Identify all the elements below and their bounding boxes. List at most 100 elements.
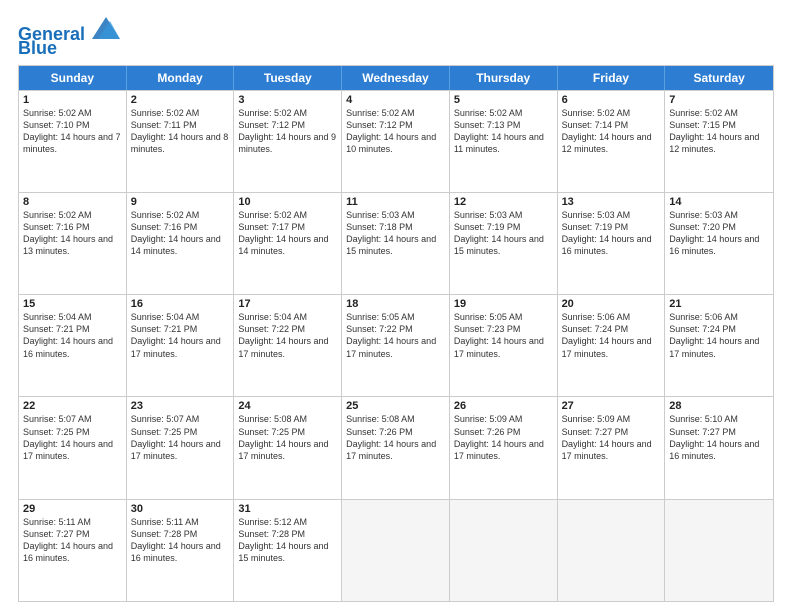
cell-sunrise: Sunrise: 5:02 AM [131, 209, 230, 221]
day-number: 6 [562, 94, 661, 106]
cell-sunrise: Sunrise: 5:03 AM [346, 209, 445, 221]
day-cell-12: 12 Sunrise: 5:03 AM Sunset: 7:19 PM Dayl… [450, 193, 558, 294]
cell-daylight: Daylight: 14 hours and 12 minutes. [669, 131, 769, 155]
cell-sunset: Sunset: 7:19 PM [454, 221, 553, 233]
day-cell-28: 28 Sunrise: 5:10 AM Sunset: 7:27 PM Dayl… [665, 397, 773, 498]
calendar-header: SundayMondayTuesdayWednesdayThursdayFrid… [19, 66, 773, 90]
cell-sunset: Sunset: 7:24 PM [669, 323, 769, 335]
cell-daylight: Daylight: 14 hours and 11 minutes. [454, 131, 553, 155]
cell-daylight: Daylight: 14 hours and 16 minutes. [669, 438, 769, 462]
day-number: 23 [131, 400, 230, 412]
cell-daylight: Daylight: 14 hours and 8 minutes. [131, 131, 230, 155]
day-cell-9: 9 Sunrise: 5:02 AM Sunset: 7:16 PM Dayli… [127, 193, 235, 294]
cell-daylight: Daylight: 14 hours and 17 minutes. [562, 438, 661, 462]
empty-cell [450, 500, 558, 601]
cell-daylight: Daylight: 14 hours and 7 minutes. [23, 131, 122, 155]
calendar-week-1: 1 Sunrise: 5:02 AM Sunset: 7:10 PM Dayli… [19, 90, 773, 192]
cell-sunrise: Sunrise: 5:07 AM [23, 413, 122, 425]
cell-daylight: Daylight: 14 hours and 17 minutes. [131, 335, 230, 359]
cell-daylight: Daylight: 14 hours and 17 minutes. [454, 335, 553, 359]
day-number: 20 [562, 298, 661, 310]
cell-sunset: Sunset: 7:10 PM [23, 119, 122, 131]
cell-daylight: Daylight: 14 hours and 17 minutes. [562, 335, 661, 359]
cell-sunset: Sunset: 7:16 PM [131, 221, 230, 233]
calendar-week-3: 15 Sunrise: 5:04 AM Sunset: 7:21 PM Dayl… [19, 294, 773, 396]
day-number: 27 [562, 400, 661, 412]
day-cell-24: 24 Sunrise: 5:08 AM Sunset: 7:25 PM Dayl… [234, 397, 342, 498]
cell-sunrise: Sunrise: 5:04 AM [23, 311, 122, 323]
cell-daylight: Daylight: 14 hours and 17 minutes. [238, 438, 337, 462]
header-day-wednesday: Wednesday [342, 66, 450, 90]
day-cell-15: 15 Sunrise: 5:04 AM Sunset: 7:21 PM Dayl… [19, 295, 127, 396]
cell-sunset: Sunset: 7:25 PM [238, 426, 337, 438]
cell-sunset: Sunset: 7:27 PM [23, 528, 122, 540]
day-number: 26 [454, 400, 553, 412]
cell-daylight: Daylight: 14 hours and 14 minutes. [131, 233, 230, 257]
day-number: 24 [238, 400, 337, 412]
cell-sunrise: Sunrise: 5:07 AM [131, 413, 230, 425]
day-cell-30: 30 Sunrise: 5:11 AM Sunset: 7:28 PM Dayl… [127, 500, 235, 601]
cell-sunrise: Sunrise: 5:02 AM [454, 107, 553, 119]
cell-sunrise: Sunrise: 5:02 AM [23, 209, 122, 221]
cell-sunset: Sunset: 7:21 PM [23, 323, 122, 335]
cell-sunrise: Sunrise: 5:03 AM [454, 209, 553, 221]
cell-sunset: Sunset: 7:22 PM [238, 323, 337, 335]
day-cell-20: 20 Sunrise: 5:06 AM Sunset: 7:24 PM Dayl… [558, 295, 666, 396]
cell-sunset: Sunset: 7:11 PM [131, 119, 230, 131]
day-cell-29: 29 Sunrise: 5:11 AM Sunset: 7:27 PM Dayl… [19, 500, 127, 601]
cell-sunrise: Sunrise: 5:03 AM [562, 209, 661, 221]
cell-sunset: Sunset: 7:25 PM [23, 426, 122, 438]
cell-sunrise: Sunrise: 5:09 AM [562, 413, 661, 425]
day-number: 8 [23, 196, 122, 208]
day-number: 16 [131, 298, 230, 310]
cell-sunset: Sunset: 7:23 PM [454, 323, 553, 335]
cell-sunrise: Sunrise: 5:02 AM [131, 107, 230, 119]
cell-sunrise: Sunrise: 5:09 AM [454, 413, 553, 425]
cell-daylight: Daylight: 14 hours and 15 minutes. [454, 233, 553, 257]
day-number: 21 [669, 298, 769, 310]
calendar-week-5: 29 Sunrise: 5:11 AM Sunset: 7:27 PM Dayl… [19, 499, 773, 601]
day-number: 10 [238, 196, 337, 208]
day-cell-16: 16 Sunrise: 5:04 AM Sunset: 7:21 PM Dayl… [127, 295, 235, 396]
cell-sunset: Sunset: 7:12 PM [346, 119, 445, 131]
cell-sunrise: Sunrise: 5:08 AM [346, 413, 445, 425]
cell-daylight: Daylight: 14 hours and 16 minutes. [23, 335, 122, 359]
cell-sunset: Sunset: 7:13 PM [454, 119, 553, 131]
cell-sunset: Sunset: 7:22 PM [346, 323, 445, 335]
cell-daylight: Daylight: 14 hours and 12 minutes. [562, 131, 661, 155]
cell-sunset: Sunset: 7:17 PM [238, 221, 337, 233]
cell-sunset: Sunset: 7:24 PM [562, 323, 661, 335]
cell-sunrise: Sunrise: 5:03 AM [669, 209, 769, 221]
day-cell-26: 26 Sunrise: 5:09 AM Sunset: 7:26 PM Dayl… [450, 397, 558, 498]
day-number: 3 [238, 94, 337, 106]
cell-sunrise: Sunrise: 5:02 AM [346, 107, 445, 119]
day-number: 31 [238, 503, 337, 515]
logo: General Blue [18, 20, 120, 59]
day-cell-13: 13 Sunrise: 5:03 AM Sunset: 7:19 PM Dayl… [558, 193, 666, 294]
cell-daylight: Daylight: 14 hours and 16 minutes. [131, 540, 230, 564]
day-number: 17 [238, 298, 337, 310]
cell-sunset: Sunset: 7:15 PM [669, 119, 769, 131]
cell-sunset: Sunset: 7:16 PM [23, 221, 122, 233]
cell-daylight: Daylight: 14 hours and 17 minutes. [346, 335, 445, 359]
day-number: 28 [669, 400, 769, 412]
day-cell-3: 3 Sunrise: 5:02 AM Sunset: 7:12 PM Dayli… [234, 91, 342, 192]
logo-icon [92, 16, 120, 40]
day-number: 30 [131, 503, 230, 515]
cell-sunrise: Sunrise: 5:04 AM [131, 311, 230, 323]
cell-sunset: Sunset: 7:25 PM [131, 426, 230, 438]
cell-daylight: Daylight: 14 hours and 17 minutes. [454, 438, 553, 462]
day-cell-7: 7 Sunrise: 5:02 AM Sunset: 7:15 PM Dayli… [665, 91, 773, 192]
day-number: 12 [454, 196, 553, 208]
cell-sunrise: Sunrise: 5:02 AM [238, 107, 337, 119]
cell-sunrise: Sunrise: 5:06 AM [562, 311, 661, 323]
cell-daylight: Daylight: 14 hours and 16 minutes. [669, 233, 769, 257]
day-cell-31: 31 Sunrise: 5:12 AM Sunset: 7:28 PM Dayl… [234, 500, 342, 601]
day-cell-1: 1 Sunrise: 5:02 AM Sunset: 7:10 PM Dayli… [19, 91, 127, 192]
cell-sunset: Sunset: 7:28 PM [238, 528, 337, 540]
day-number: 4 [346, 94, 445, 106]
cell-sunrise: Sunrise: 5:02 AM [669, 107, 769, 119]
cell-sunset: Sunset: 7:20 PM [669, 221, 769, 233]
day-cell-27: 27 Sunrise: 5:09 AM Sunset: 7:27 PM Dayl… [558, 397, 666, 498]
day-cell-10: 10 Sunrise: 5:02 AM Sunset: 7:17 PM Dayl… [234, 193, 342, 294]
